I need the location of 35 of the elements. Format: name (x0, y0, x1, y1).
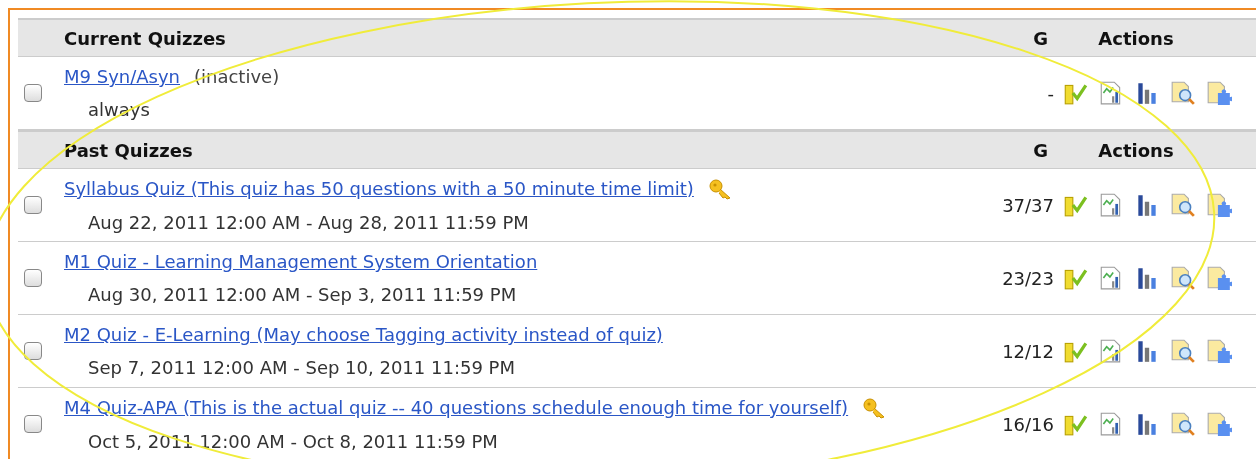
date-range: Aug 30, 2011 12:00 AM - Sep 3, 2011 11:59 PM (87, 284, 518, 305)
grade-text: 37/37 (1001, 194, 1055, 216)
checkbox[interactable] (24, 342, 42, 360)
quiz-link[interactable]: M4 Quiz-APA (This is the actual quiz -- 40 questions schedule enough time for yourself) (64, 397, 849, 418)
quiz-link[interactable]: Syllabus Quiz (This quiz has 50 questions with a 50 minute time limit) (64, 178, 694, 199)
section-header: Past Quizzes (63, 139, 194, 161)
date-range: Aug 22, 2011 12:00 AM - Aug 28, 2011 11:59 PM (87, 211, 530, 233)
document-magnifier-icon[interactable] (1170, 80, 1196, 106)
date-range: Sep 7, 2011 12:00 AM - Sep 10, 2011 11:59 PM (87, 357, 516, 378)
column-header: G (1032, 27, 1049, 49)
document-puzzle-icon[interactable] (1206, 192, 1232, 218)
column-header: G (1032, 139, 1049, 161)
column-header: Actions (1097, 27, 1175, 49)
grade-text: - (1046, 82, 1055, 104)
date-range: Oct 5, 2011 12:00 AM - Oct 8, 2011 11:59 PM (87, 430, 499, 452)
document-puzzle-icon[interactable] (1206, 80, 1232, 106)
checkbox[interactable] (24, 415, 42, 433)
document-puzzle-icon[interactable] (1206, 265, 1232, 291)
document-puzzle-icon[interactable] (1206, 411, 1232, 437)
checkbox[interactable] (24, 269, 42, 287)
grade-text: 16/16 (1001, 413, 1055, 435)
grade-text: 23/23 (1001, 267, 1055, 289)
checkbox[interactable] (24, 196, 42, 214)
document-magnifier-icon[interactable] (1170, 265, 1196, 291)
document-puzzle-icon[interactable] (1206, 338, 1232, 364)
column-header: Actions (1097, 139, 1175, 161)
document-magnifier-icon[interactable] (1170, 192, 1196, 218)
section-header: Current Quizzes (63, 27, 227, 49)
checkbox[interactable] (24, 84, 42, 102)
quiz-link[interactable]: M2 Quiz - E-Learning (May choose Tagging activity instead of quiz) (64, 324, 663, 345)
quiz-link[interactable]: M1 Quiz - Learning Management System Orientation (64, 251, 538, 272)
document-magnifier-icon[interactable] (1170, 338, 1196, 364)
quiz-link[interactable]: M9 Syn/Asyn (64, 66, 180, 87)
grade-text: 12/12 (1001, 340, 1055, 362)
document-magnifier-icon[interactable] (1170, 411, 1196, 437)
